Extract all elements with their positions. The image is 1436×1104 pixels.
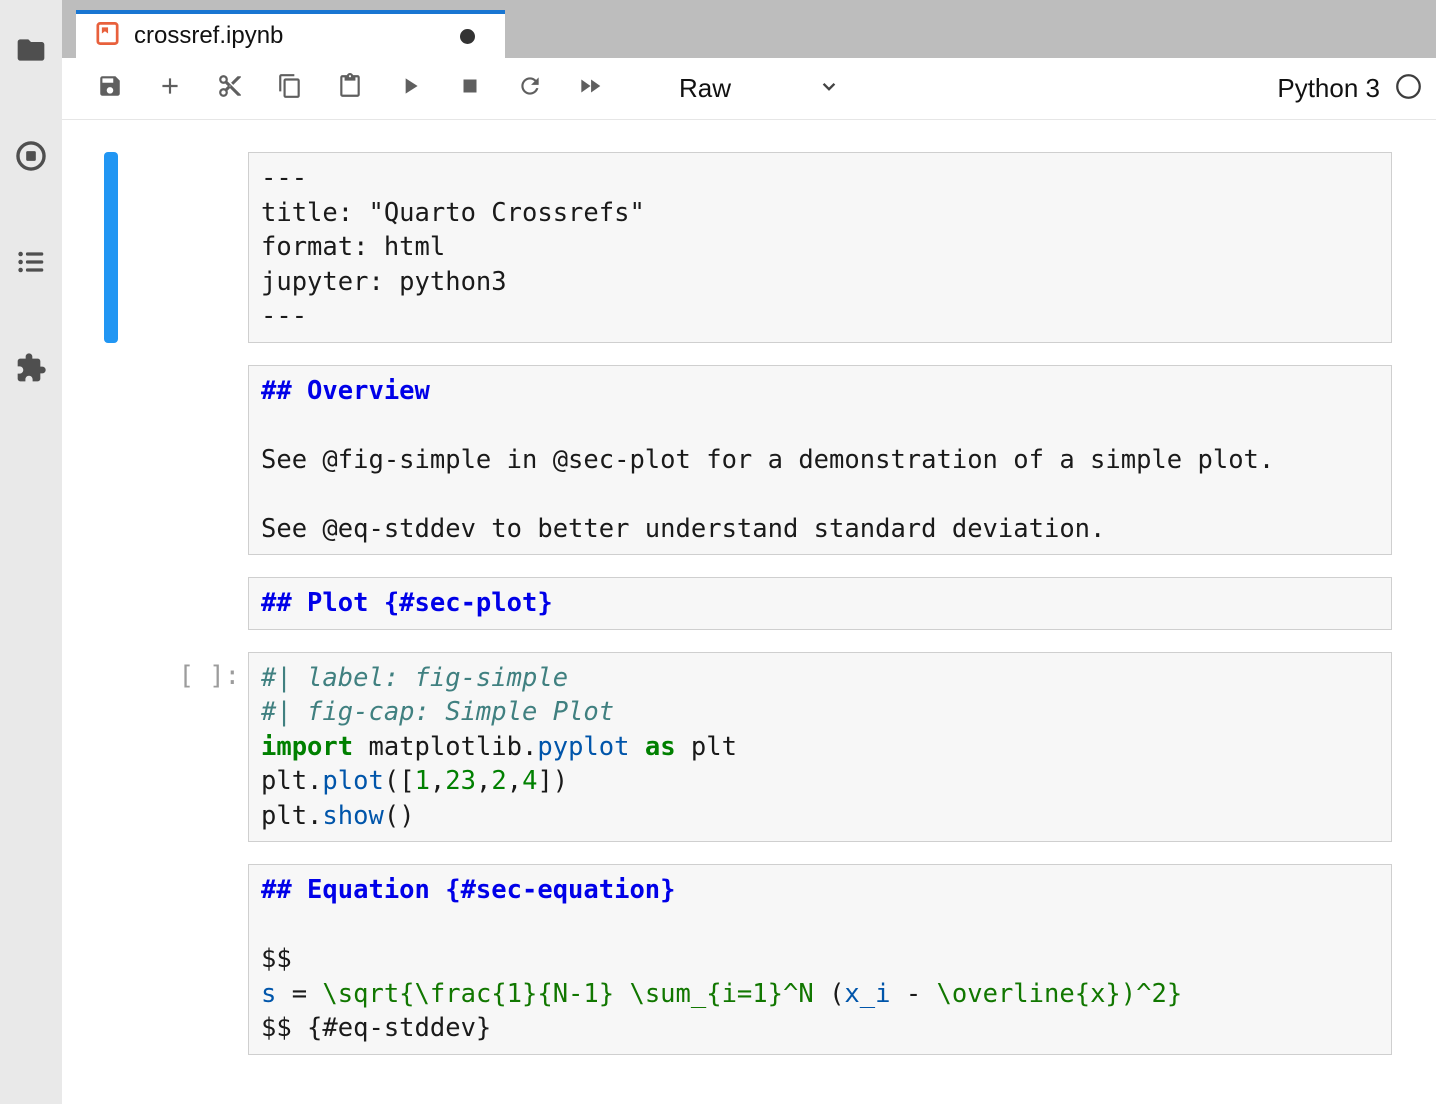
restart-kernel-button[interactable] xyxy=(517,76,543,102)
tab-crossref-ipynb[interactable]: crossref.ipynb xyxy=(76,10,505,58)
cell-code[interactable]: [ ]:#| label: fig-simple#| fig-cap: Simp… xyxy=(104,652,1392,843)
fast-forward-icon xyxy=(577,73,603,104)
code-line: ## Plot {#sec-plot} xyxy=(261,586,1379,621)
code-line: import matplotlib.pyplot as plt xyxy=(261,730,1379,765)
cell-list: ---title: "Quarto Crossrefs"format: html… xyxy=(62,152,1436,1055)
kernel-name[interactable]: Python 3 xyxy=(1277,73,1380,104)
run-cell-button[interactable] xyxy=(397,76,423,102)
paste-cells-button[interactable] xyxy=(337,76,363,102)
cell-collapser[interactable] xyxy=(104,577,118,630)
tab-title: crossref.ipynb xyxy=(134,22,283,50)
code-line: ## Overview xyxy=(261,374,1379,409)
cell-collapser[interactable] xyxy=(104,365,118,556)
puzzle-icon xyxy=(15,352,47,389)
restart-run-all-button[interactable] xyxy=(577,76,603,102)
cell-markdown[interactable]: ## Equation {#sec-equation} $$s = \sqrt{… xyxy=(104,864,1392,1055)
notebook-panel: ---title: "Quarto Crossrefs"format: html… xyxy=(62,120,1436,1104)
code-line: --- xyxy=(261,299,1379,334)
code-line xyxy=(261,477,1379,512)
execution-prompt: [ ]: xyxy=(118,652,248,843)
clipboard-icon xyxy=(337,73,363,104)
cell-markdown[interactable]: ## Overview See @fig-simple in @sec-plot… xyxy=(104,365,1392,556)
code-line: See @fig-simple in @sec-plot for a demon… xyxy=(261,443,1379,478)
copy-cells-button[interactable] xyxy=(277,76,303,102)
execution-prompt xyxy=(118,365,248,556)
code-line: s = \sqrt{\frac{1}{N-1} \sum_{i=1}^N (x_… xyxy=(261,977,1379,1012)
interrupt-kernel-button[interactable] xyxy=(457,76,483,102)
running-sessions-icon xyxy=(14,139,48,178)
list-icon xyxy=(15,246,47,283)
copy-icon xyxy=(277,73,303,104)
cell-editor[interactable]: ## Plot {#sec-plot} xyxy=(248,577,1392,630)
notebook-file-icon xyxy=(94,20,121,52)
sidebar-tab-extensions[interactable] xyxy=(0,334,62,406)
cell-markdown[interactable]: ## Plot {#sec-plot} xyxy=(104,577,1392,630)
unsaved-changes-indicator[interactable] xyxy=(460,29,475,44)
save-button[interactable] xyxy=(97,76,123,102)
cell-raw[interactable]: ---title: "Quarto Crossrefs"format: html… xyxy=(104,152,1392,343)
cell-editor[interactable]: ---title: "Quarto Crossrefs"format: html… xyxy=(248,152,1392,343)
code-line: $$ xyxy=(261,942,1379,977)
code-line: See @eq-stddev to better understand stan… xyxy=(261,512,1379,547)
cell-type-value: Raw xyxy=(679,73,731,104)
code-line: jupyter: python3 xyxy=(261,265,1379,300)
refresh-icon xyxy=(517,73,543,104)
code-line xyxy=(261,908,1379,943)
code-line: #| fig-cap: Simple Plot xyxy=(261,695,1379,730)
scissors-icon xyxy=(217,73,243,104)
insert-cell-button[interactable] xyxy=(157,76,183,102)
cell-collapser[interactable] xyxy=(104,652,118,843)
notebook-toolbar: Raw Python 3 xyxy=(62,58,1436,120)
code-line: format: html xyxy=(261,230,1379,265)
folder-icon xyxy=(15,34,47,71)
code-line: #| label: fig-simple xyxy=(261,661,1379,696)
kernel-status-icon xyxy=(1395,73,1422,105)
plus-icon xyxy=(157,73,183,104)
save-icon xyxy=(97,73,123,104)
code-line xyxy=(261,408,1379,443)
sidebar-tab-file-browser[interactable] xyxy=(0,16,62,88)
execution-prompt xyxy=(118,864,248,1055)
left-sidebar xyxy=(0,0,62,1104)
cell-editor[interactable]: #| label: fig-simple#| fig-cap: Simple P… xyxy=(248,652,1392,843)
sidebar-tab-running-sessions[interactable] xyxy=(0,122,62,194)
code-line: plt.plot([1,23,2,4]) xyxy=(261,764,1379,799)
code-line: title: "Quarto Crossrefs" xyxy=(261,196,1379,231)
cell-collapser[interactable] xyxy=(104,152,118,343)
code-line: plt.show() xyxy=(261,799,1379,834)
execution-prompt xyxy=(118,152,248,343)
play-icon xyxy=(397,73,423,104)
code-line: --- xyxy=(261,161,1379,196)
code-line: ## Equation {#sec-equation} xyxy=(261,873,1379,908)
execution-prompt xyxy=(118,577,248,630)
stop-icon xyxy=(457,73,483,104)
cell-editor[interactable]: ## Overview See @fig-simple in @sec-plot… xyxy=(248,365,1392,556)
cell-editor[interactable]: ## Equation {#sec-equation} $$s = \sqrt{… xyxy=(248,864,1392,1055)
sidebar-tab-table-of-contents[interactable] xyxy=(0,228,62,300)
cut-cells-button[interactable] xyxy=(217,76,243,102)
chevron-down-icon xyxy=(731,73,842,104)
code-line: $$ {#eq-stddev} xyxy=(261,1011,1379,1046)
kernel-indicator: Python 3 xyxy=(1277,73,1436,105)
cell-type-dropdown[interactable]: Raw xyxy=(679,73,842,104)
tab-bar: crossref.ipynb xyxy=(62,0,1436,58)
cell-collapser[interactable] xyxy=(104,864,118,1055)
